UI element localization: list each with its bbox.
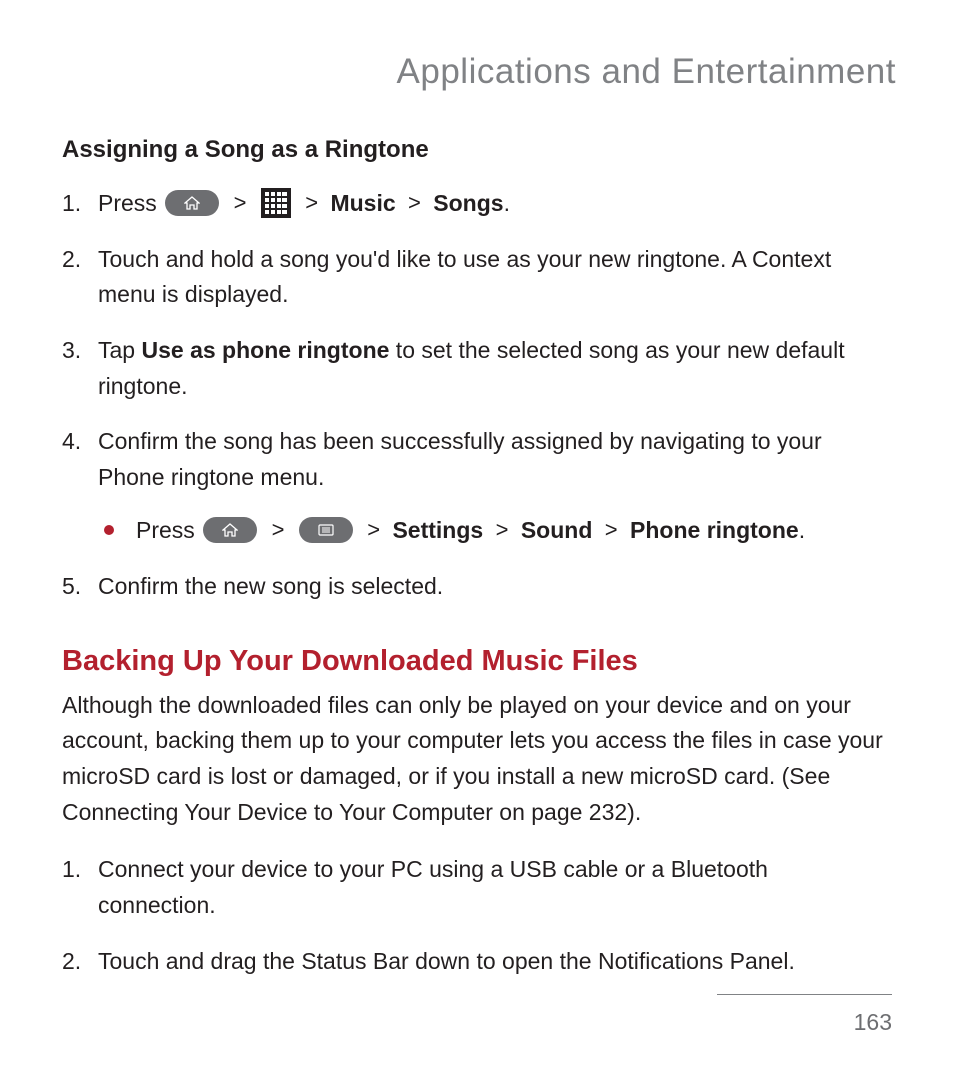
path-settings: Settings bbox=[392, 517, 483, 543]
separator: > bbox=[305, 186, 318, 220]
step-3: Tap Use as phone ringtone to set the sel… bbox=[62, 333, 886, 404]
step-1: Press > > Music > Songs. bbox=[62, 186, 886, 222]
home-key-icon bbox=[203, 517, 257, 543]
path-ringtone: Phone ringtone bbox=[630, 517, 799, 543]
step-1-text: Press bbox=[98, 190, 163, 216]
separator: > bbox=[234, 186, 247, 220]
separator: > bbox=[605, 513, 618, 547]
step-3-prefix: Tap bbox=[98, 337, 141, 363]
step-2: Touch and hold a song you'd like to use … bbox=[62, 242, 886, 313]
backup-step-1: Connect your device to your PC using a U… bbox=[62, 852, 886, 923]
backup-paragraph: Although the downloaded files can only b… bbox=[62, 688, 886, 831]
section-heading-ringtone: Assigning a Song as a Ringtone bbox=[62, 136, 886, 164]
section-title-backup: Backing Up Your Downloaded Music Files bbox=[62, 645, 886, 678]
backup-step-2: Touch and drag the Status Bar down to op… bbox=[62, 944, 886, 980]
step-4-sub: Press > > Settings > Sound > Phone ringt… bbox=[102, 513, 886, 549]
sub-prefix: Press bbox=[136, 517, 201, 543]
separator: > bbox=[496, 513, 509, 547]
path-sound: Sound bbox=[521, 517, 593, 543]
step-4-sublist: Press > > Settings > Sound > Phone ringt… bbox=[98, 513, 886, 549]
separator: > bbox=[272, 513, 285, 547]
step-5: Confirm the new song is selected. bbox=[62, 569, 886, 605]
menu-key-icon bbox=[299, 517, 353, 543]
chapter-title: Applications and Entertainment bbox=[62, 52, 896, 92]
path-songs: Songs bbox=[433, 190, 503, 216]
page-number: 163 bbox=[62, 1009, 892, 1036]
backup-steps: Connect your device to your PC using a U… bbox=[62, 852, 886, 979]
separator: > bbox=[367, 513, 380, 547]
separator: > bbox=[408, 186, 421, 220]
path-music: Music bbox=[330, 190, 395, 216]
footer-rule bbox=[717, 994, 892, 995]
ringtone-steps: Press > > Music > Songs. Touch and hold … bbox=[62, 186, 886, 605]
apps-grid-icon bbox=[261, 188, 291, 218]
step-4: Confirm the song has been successfully a… bbox=[62, 424, 886, 549]
step-3-bold: Use as phone ringtone bbox=[141, 337, 389, 363]
home-key-icon bbox=[165, 190, 219, 216]
manual-page: Applications and Entertainment Assigning… bbox=[0, 0, 954, 979]
page-footer: 163 bbox=[62, 994, 892, 1036]
step-4-text: Confirm the song has been successfully a… bbox=[98, 428, 822, 490]
